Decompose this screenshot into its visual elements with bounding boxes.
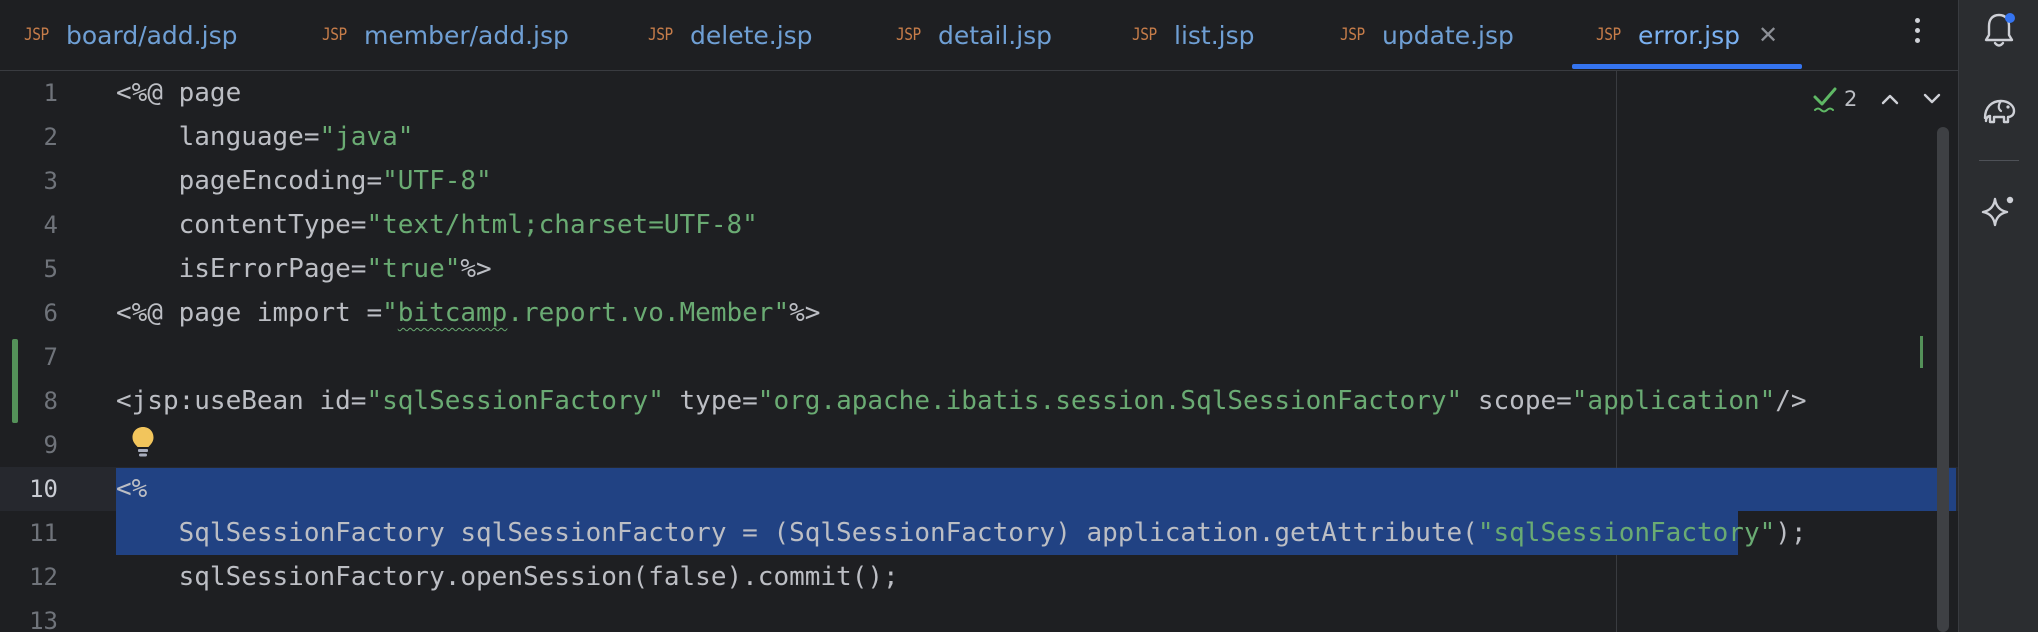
- vcs-change-marker[interactable]: [12, 339, 18, 423]
- line-number-current: 10: [29, 475, 58, 503]
- chevron-up-icon[interactable]: [1876, 85, 1904, 113]
- code-token: isErrorPage=: [116, 254, 367, 284]
- code-string: "UTF-8": [382, 166, 492, 196]
- line-number: 8: [43, 387, 58, 415]
- line-number-gutter[interactable]: 1 2 3 4 5 6 7 8 9 10 11 12 13: [0, 71, 100, 632]
- vcs-change-stripe: [1920, 336, 1923, 368]
- code-string: "sqlSessionFactory": [366, 386, 664, 416]
- code-line: <%@ page import ="bitcamp.report.vo.Memb…: [116, 291, 820, 335]
- more-vertical-icon[interactable]: [1900, 8, 1934, 52]
- code-token: );: [1775, 518, 1807, 548]
- code-token: type=: [663, 386, 758, 416]
- code-string: .report.vo.Member": [507, 298, 790, 328]
- code-line: isErrorPage="true"%>: [116, 247, 492, 291]
- tab-label: member/add.jsp: [364, 20, 569, 50]
- tab-error[interactable]: JSP error.jsp ✕: [1596, 0, 1778, 70]
- code-token: %>: [789, 298, 821, 328]
- line-number: 11: [29, 519, 58, 547]
- code-token: language=: [116, 122, 320, 152]
- tab-label: board/add.jsp: [66, 20, 238, 50]
- sparkle-icon[interactable]: [1977, 190, 2021, 234]
- code-token: %>: [460, 254, 492, 284]
- elephant-icon[interactable]: [1977, 88, 2021, 132]
- vertical-scrollbar[interactable]: [1937, 127, 1949, 632]
- code-token: pageEncoding=: [116, 166, 383, 196]
- code-string-warning[interactable]: bitcamp: [398, 298, 508, 328]
- code-line: <jsp:useBean id="sqlSessionFactory" type…: [116, 379, 1807, 423]
- line-number: 4: [43, 211, 58, 239]
- code-string: ": [382, 298, 398, 328]
- line-number: 5: [43, 255, 58, 283]
- line-number: 3: [43, 167, 58, 195]
- code-line: language="java": [116, 115, 414, 159]
- line-number: 9: [43, 431, 58, 459]
- code-string: "application": [1571, 386, 1776, 416]
- code-area[interactable]: <%@ page language="java" pageEncoding="U…: [116, 71, 1958, 632]
- inspection-count: 2: [1844, 87, 1858, 111]
- tab-update[interactable]: JSP update.jsp: [1340, 0, 1514, 70]
- jsp-file-icon: JSP: [322, 25, 347, 45]
- code-token: <%: [116, 474, 148, 504]
- code-token: scope=: [1462, 386, 1572, 416]
- line-number: 12: [29, 563, 58, 591]
- tab-list[interactable]: JSP list.jsp: [1132, 0, 1255, 70]
- line-number: 2: [43, 123, 58, 151]
- check-icon: [1813, 87, 1837, 113]
- code-line: sqlSessionFactory.openSession(false).com…: [116, 555, 899, 599]
- line-number: 7: [43, 343, 58, 371]
- jsp-file-icon: JSP: [24, 25, 49, 45]
- right-tool-window-bar: [1958, 0, 2038, 632]
- code-line: pageEncoding="UTF-8": [116, 159, 492, 203]
- code-line: <%@ page: [116, 71, 241, 115]
- code-token: <%@ page import =: [116, 298, 383, 328]
- tab-board-add[interactable]: JSP board/add.jsp: [24, 0, 237, 70]
- code-string: "sqlSessionFactory": [1477, 518, 1776, 548]
- jsp-file-icon: JSP: [1596, 25, 1621, 45]
- tab-label: delete.jsp: [690, 20, 813, 50]
- code-string: "java": [319, 122, 414, 152]
- close-icon[interactable]: ✕: [1758, 21, 1778, 49]
- tab-label: list.jsp: [1174, 20, 1255, 50]
- jsp-file-icon: JSP: [648, 25, 673, 45]
- tab-label: detail.jsp: [938, 20, 1053, 50]
- line-number: 1: [43, 79, 58, 107]
- code-line-current: <%: [116, 467, 147, 511]
- tool-separator: [1979, 160, 2019, 161]
- jsp-file-icon: JSP: [896, 25, 921, 45]
- tab-detail[interactable]: JSP detail.jsp: [896, 0, 1052, 70]
- line-number: 13: [29, 607, 58, 632]
- tab-delete[interactable]: JSP delete.jsp: [648, 0, 813, 70]
- code-token: <%@ page: [116, 78, 242, 108]
- active-tab-indicator: [1572, 64, 1802, 69]
- code-token: <jsp:useBean id=: [116, 386, 367, 416]
- jsp-file-icon: JSP: [1340, 25, 1365, 45]
- inspection-widget[interactable]: 2: [1812, 81, 1857, 117]
- code-line: contentType="text/html;charset=UTF-8": [116, 203, 758, 247]
- bell-icon[interactable]: [1977, 8, 2021, 52]
- code-string: "true": [366, 254, 461, 284]
- code-token: SqlSessionFactory sqlSessionFactory = (S…: [116, 518, 1478, 548]
- chevron-down-icon[interactable]: [1918, 85, 1946, 113]
- line-number: 6: [43, 299, 58, 327]
- code-editor[interactable]: 1 2 3 4 5 6 7 8 9 10 11 12 13 <%@ page l…: [0, 71, 1958, 632]
- tab-member-add[interactable]: JSP member/add.jsp: [322, 0, 569, 70]
- code-token: />: [1775, 386, 1807, 416]
- code-token: contentType=: [116, 210, 367, 240]
- tab-label: error.jsp: [1638, 20, 1741, 50]
- code-token: sqlSessionFactory.openSession(false).com…: [116, 562, 899, 592]
- tab-label: update.jsp: [1382, 20, 1514, 50]
- code-line: SqlSessionFactory sqlSessionFactory = (S…: [116, 511, 1807, 555]
- editor-tab-bar: JSP board/add.jsp JSP member/add.jsp JSP…: [0, 0, 1958, 71]
- jsp-file-icon: JSP: [1132, 25, 1157, 45]
- code-string: "org.apache.ibatis.session.SqlSessionFac…: [757, 386, 1463, 416]
- code-string: "text/html;charset=UTF-8": [366, 210, 758, 240]
